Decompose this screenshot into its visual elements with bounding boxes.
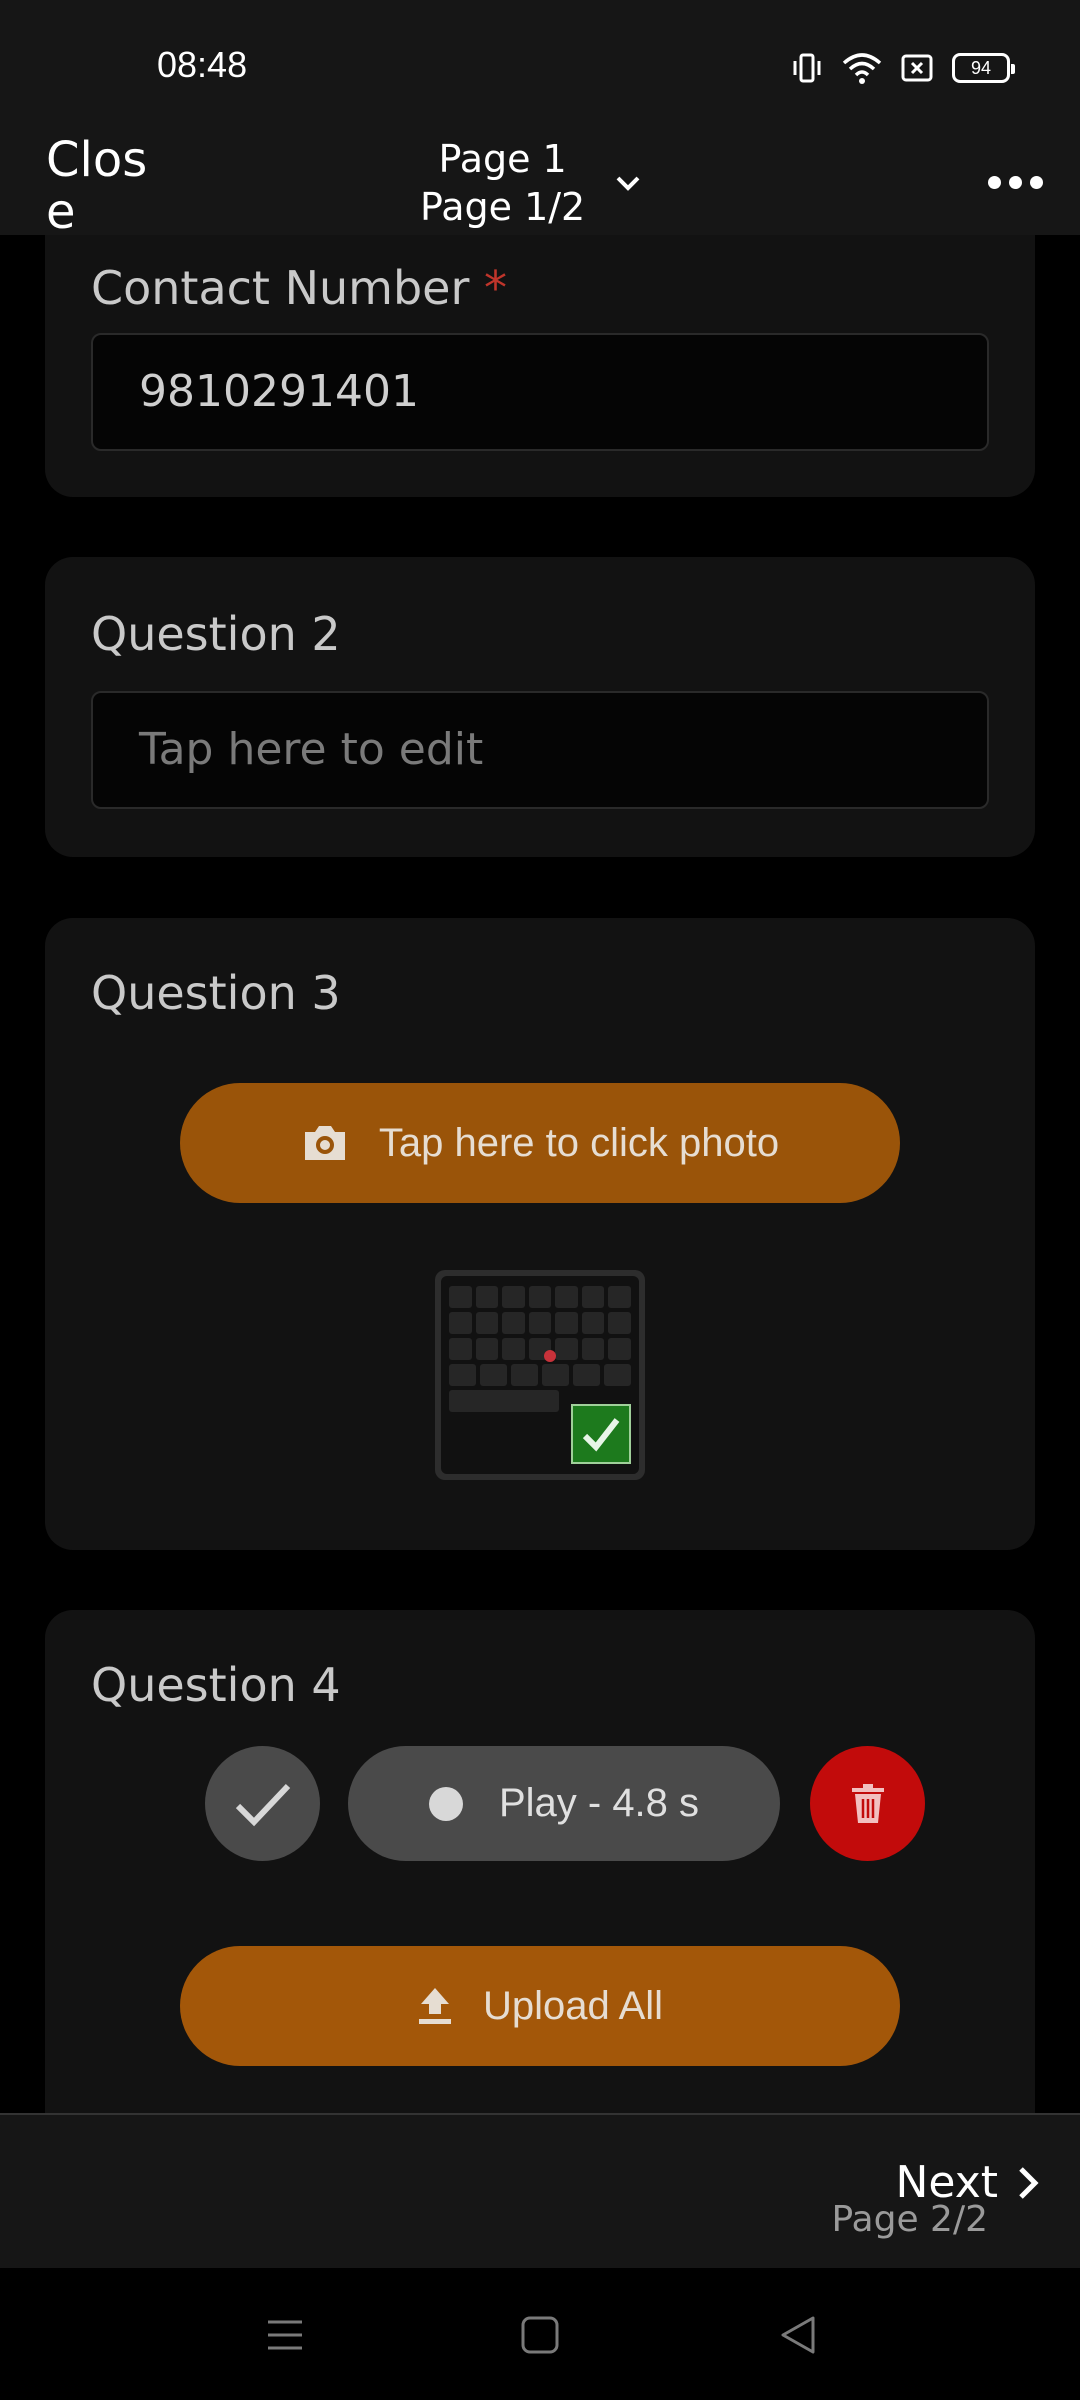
status-bar: 08:48 94 — [0, 0, 1080, 130]
contact-number-label: Contact Number * — [91, 261, 507, 315]
app-bar: Close Page 1 Page 1/2 — [0, 130, 1080, 235]
photo-thumbnail[interactable] — [435, 1270, 645, 1480]
status-time: 08:48 — [157, 44, 248, 85]
wifi-icon — [842, 53, 882, 84]
menu-dot — [1008, 175, 1022, 189]
question-2-field[interactable]: Tap here to edit — [91, 691, 989, 809]
vibrate-icon — [793, 53, 821, 83]
checkmark-icon — [571, 1404, 631, 1464]
system-navigation-bar — [0, 2268, 1080, 2400]
form-content[interactable]: Contact Number * 9810291401 Question 2 T… — [0, 235, 1080, 2113]
keyboard-row — [449, 1390, 559, 1412]
keyboard-row — [449, 1312, 632, 1334]
next-page-indicator: Page 2/2 — [831, 2199, 988, 2240]
confirm-recording-button[interactable] — [205, 1746, 320, 1861]
recording-controls: Play - 4.8 s — [45, 1746, 1035, 1861]
delete-recording-button[interactable] — [810, 1746, 925, 1861]
take-photo-label: Tap here to click photo — [378, 1120, 780, 1165]
sim-error-icon — [901, 54, 933, 82]
upload-icon — [418, 1988, 451, 2024]
trash-icon — [851, 1783, 884, 1823]
bottom-navigation: Next Page 2/2 — [0, 2113, 1080, 2268]
camera-icon — [304, 1126, 345, 1160]
more-menu-button[interactable] — [980, 162, 1050, 202]
keyboard-row — [449, 1338, 632, 1360]
record-dot-icon — [428, 1786, 463, 1821]
back-icon[interactable] — [775, 2312, 821, 2358]
upload-all-button[interactable]: Upload All — [180, 1946, 900, 2066]
home-icon[interactable] — [517, 2312, 563, 2358]
battery-icon: 94 — [952, 53, 1015, 83]
page-subtitle: Page 1/2 — [420, 184, 586, 229]
page-selector[interactable]: Page 1 Page 1/2 — [420, 130, 643, 235]
play-recording-button[interactable]: Play - 4.8 s — [348, 1746, 780, 1861]
play-label: Play - 4.8 s — [498, 1781, 700, 1825]
close-button[interactable]: Close — [46, 130, 156, 235]
trackpoint — [544, 1350, 556, 1362]
keyboard-row — [449, 1286, 632, 1308]
chevron-right-icon — [1019, 2166, 1039, 2199]
contact-number-field[interactable]: 9810291401 — [91, 333, 989, 451]
take-photo-button[interactable]: Tap here to click photo — [180, 1083, 900, 1203]
page-titles: Page 1 Page 1/2 — [420, 135, 585, 231]
contact-number-card: Contact Number * 9810291401 — [45, 235, 1035, 497]
chevron-down-icon — [616, 176, 640, 191]
keyboard-row — [449, 1364, 631, 1386]
question-2-card: Question 2 Tap here to edit — [45, 557, 1035, 857]
menu-dot — [1029, 175, 1043, 189]
page-title: Page 1 — [438, 136, 567, 181]
question-4-label: Question 4 — [91, 1658, 341, 1712]
recents-menu-icon[interactable] — [262, 2312, 308, 2358]
battery-level: 94 — [970, 57, 992, 78]
photo-image — [441, 1276, 639, 1474]
status-icons: 94 — [790, 48, 1015, 88]
contact-number-label-text: Contact Number — [91, 261, 470, 315]
question-2-label: Question 2 — [91, 607, 341, 661]
question-3-card: Question 3 Tap here to click photo — [45, 918, 1035, 1550]
upload-all-label: Upload All — [482, 1983, 664, 2028]
question-4-card: Question 4 Play - 4.8 s Upload All — [45, 1610, 1035, 2113]
required-mark: * — [484, 261, 508, 315]
question-3-label: Question 3 — [91, 966, 341, 1020]
more-horizontal-icon — [987, 175, 1001, 189]
checkmark-icon — [235, 1783, 290, 1826]
